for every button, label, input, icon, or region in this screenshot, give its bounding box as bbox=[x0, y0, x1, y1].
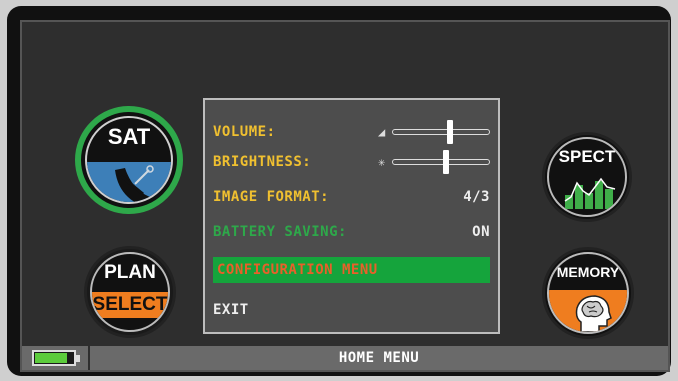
menu-item-image-format[interactable]: IMAGE FORMAT: 4/3 bbox=[213, 185, 490, 209]
device-frame: SAT PLAN SELECT SPECT MEMORY VOLUME: ◢ B… bbox=[7, 6, 671, 376]
battery-icon bbox=[32, 350, 80, 366]
brightness-slider-thumb[interactable] bbox=[442, 150, 449, 174]
menu-item-battery-saving[interactable]: BATTERY SAVING: ON bbox=[213, 220, 490, 244]
battery-level-fill bbox=[35, 353, 68, 363]
brightness-label: BRIGHTNESS: bbox=[213, 154, 312, 170]
home-menu-panel: VOLUME: ◢ BRIGHTNESS: ✳ IMAGE FORMAT: 4/… bbox=[203, 98, 500, 334]
volume-slider-track bbox=[392, 129, 490, 135]
volume-slider-thumb[interactable] bbox=[447, 120, 454, 144]
brightness-slider-track bbox=[392, 159, 490, 165]
satellite-dish-icon bbox=[115, 165, 154, 202]
spect-button-face: SPECT bbox=[547, 137, 627, 217]
plan-label: PLAN bbox=[104, 262, 156, 283]
memory-button-face: MEMORY bbox=[547, 252, 629, 334]
volume-label: VOLUME: bbox=[213, 124, 276, 140]
battery-saving-label: BATTERY SAVING: bbox=[213, 224, 347, 240]
image-format-value: 4/3 bbox=[463, 189, 490, 205]
status-bar-title: HOME MENU bbox=[338, 350, 420, 366]
memory-label: MEMORY bbox=[556, 264, 620, 280]
spectrum-bars-icon bbox=[564, 177, 616, 209]
spect-button[interactable]: SPECT bbox=[542, 132, 632, 222]
configuration-menu-label: CONFIGURATION MENU bbox=[217, 262, 378, 278]
plan-select-face: PLAN SELECT bbox=[90, 252, 170, 332]
battery-saving-value: ON bbox=[472, 224, 490, 240]
screen: SAT PLAN SELECT SPECT MEMORY VOLUME: ◢ B… bbox=[20, 20, 670, 372]
status-bar: HOME MENU bbox=[22, 346, 668, 370]
brightness-sun-icon: ✳ bbox=[378, 155, 386, 169]
menu-item-volume[interactable]: VOLUME: ◢ bbox=[213, 120, 490, 144]
brain-head-icon bbox=[575, 295, 612, 332]
brightness-slider[interactable]: ✳ bbox=[378, 150, 490, 174]
volume-slider[interactable]: ◢ bbox=[378, 120, 490, 144]
menu-item-brightness[interactable]: BRIGHTNESS: ✳ bbox=[213, 150, 490, 174]
exit-label: EXIT bbox=[213, 302, 249, 318]
plan-select-button[interactable]: PLAN SELECT bbox=[84, 246, 176, 338]
spect-label: SPECT bbox=[558, 147, 616, 166]
menu-item-exit[interactable]: EXIT bbox=[213, 298, 490, 322]
sat-button-label: SAT bbox=[107, 124, 151, 149]
memory-button[interactable]: MEMORY bbox=[542, 247, 634, 339]
sat-button-face: SAT bbox=[85, 116, 173, 204]
battery-tip bbox=[76, 355, 80, 362]
volume-low-icon: ◢ bbox=[378, 125, 386, 139]
sat-button[interactable]: SAT bbox=[75, 106, 183, 214]
image-format-label: IMAGE FORMAT: bbox=[213, 189, 330, 205]
menu-item-configuration-menu[interactable]: CONFIGURATION MENU bbox=[213, 257, 490, 283]
select-label: SELECT bbox=[92, 294, 168, 315]
